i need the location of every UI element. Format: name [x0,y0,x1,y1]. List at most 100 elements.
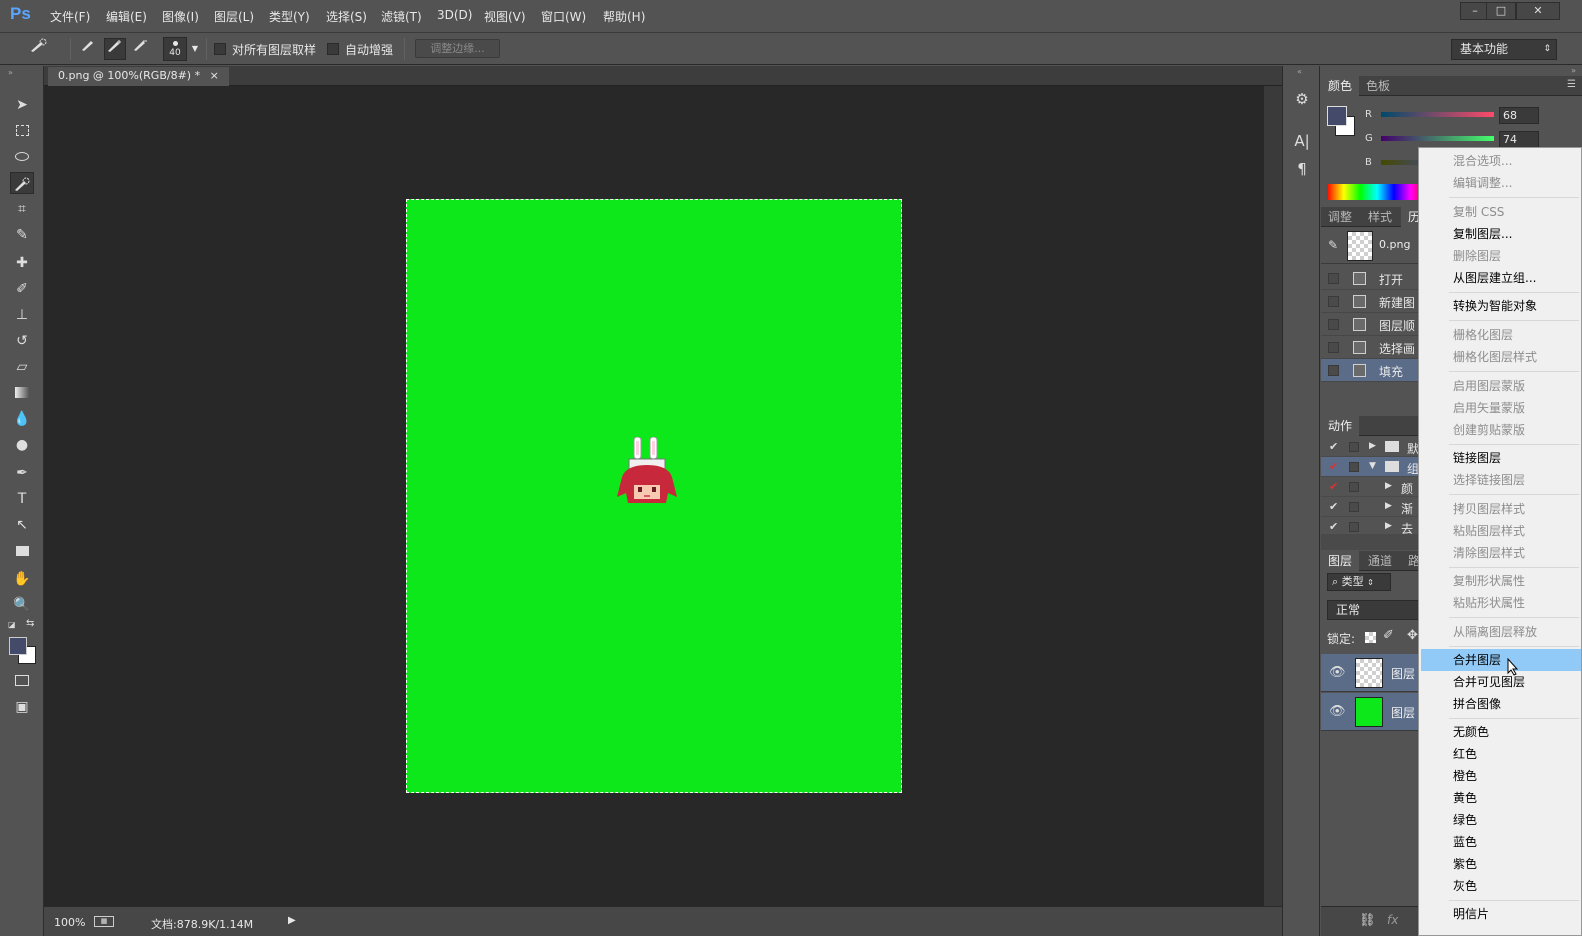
ctx-paste-layer-style[interactable]: 粘贴图层样式 [1421,520,1581,542]
layer-fx-icon[interactable]: fx [1387,913,1398,927]
add-to-selection-button[interactable] [104,38,126,60]
lock-transparency-icon[interactable] [1365,632,1376,643]
ctx-copy-shape-attributes[interactable]: 复制形状属性 [1421,570,1581,592]
ctx-link-layers[interactable]: 链接图层 [1421,447,1581,469]
character-panel-icon[interactable]: A| [1291,130,1313,152]
new-selection-button[interactable] [78,38,100,60]
marquee-tool-icon[interactable] [10,120,34,142]
history-brush-source-icon[interactable]: ✎ [1328,238,1338,252]
lasso-tool-icon[interactable] [10,146,34,168]
action-dialog-toggle[interactable] [1349,482,1359,492]
sample-all-layers-checkbox[interactable] [214,43,226,55]
tab-styles[interactable]: 样式 [1361,207,1399,227]
ctx-color-gray[interactable]: 灰色 [1421,875,1581,897]
ctx-enable-layer-mask[interactable]: 启用图层蒙版 [1421,375,1581,397]
ctx-clear-layer-style[interactable]: 清除图层样式 [1421,542,1581,564]
action-check-icon[interactable]: ✔ [1329,480,1338,493]
ctx-color-none[interactable]: 无颜色 [1421,721,1581,743]
ctx-duplicate-layer[interactable]: 复制图层... [1421,223,1581,245]
type-tool-icon[interactable]: T [10,488,34,510]
history-brush-tool-icon[interactable]: ↺ [10,330,34,352]
history-panel-icon[interactable]: ⚙ [1291,88,1313,110]
workspace-select[interactable]: 基本功能 ⇕ [1451,39,1557,60]
history-item-checkbox[interactable] [1328,296,1339,307]
quick-mask-icon[interactable] [10,670,34,692]
rectangle-tool-icon[interactable] [10,540,34,562]
close-tab-icon[interactable]: × [210,69,219,82]
ctx-release-isolation[interactable]: 从隔离图层释放 [1421,621,1581,643]
blend-mode-select[interactable]: 正常 [1327,600,1427,620]
red-slider[interactable] [1381,112,1494,117]
move-tool-icon[interactable]: ➤ [10,94,34,116]
menu-image[interactable]: 图像(I) [162,8,199,25]
eraser-tool-icon[interactable]: ▱ [10,356,34,378]
action-dialog-toggle[interactable] [1349,462,1359,472]
link-layers-icon[interactable]: ⛓ [1359,913,1376,928]
tab-adjustments[interactable]: 调整 [1321,207,1359,227]
foreground-color-swatch[interactable] [9,637,27,655]
tab-layers[interactable]: 图层 [1321,551,1360,571]
expand-arrow-icon[interactable]: ▶ [1385,501,1392,511]
refine-edge-button[interactable]: 调整边缘... [415,39,500,58]
ctx-color-orange[interactable]: 橙色 [1421,765,1581,787]
close-window-button[interactable]: ✕ [1516,2,1560,20]
color-spectrum-bar[interactable] [1327,184,1427,200]
ctx-flatten-image[interactable]: 拼合图像 [1421,693,1581,715]
panel-menu-icon[interactable]: ☰ [1567,79,1576,90]
ctx-color-green[interactable]: 绿色 [1421,809,1581,831]
ctx-create-clipping-mask[interactable]: 创建剪贴蒙版 [1421,419,1581,441]
ctx-enable-vector-mask[interactable]: 启用矢量蒙版 [1421,397,1581,419]
screen-mode-icon[interactable]: ▣ [10,696,34,718]
status-proof-icon[interactable]: ▦ [94,916,114,927]
ctx-delete-layer[interactable]: 删除图层 [1421,245,1581,267]
ctx-paste-shape-attributes[interactable]: 粘贴形状属性 [1421,592,1581,614]
action-check-icon[interactable]: ✔ [1329,500,1338,513]
ctx-postcard[interactable]: 明信片 [1421,903,1581,925]
ctx-color-yellow[interactable]: 黄色 [1421,787,1581,809]
tool-preset-picker[interactable] [24,38,54,60]
brush-size-picker[interactable]: 40 [163,37,187,61]
canvas[interactable] [406,199,902,793]
ctx-color-blue[interactable]: 蓝色 [1421,831,1581,853]
action-check-icon[interactable]: ✔ [1329,520,1338,533]
brush-size-dropdown-icon[interactable]: ▼ [189,38,201,60]
menu-select[interactable]: 选择(S) [326,8,367,25]
dodge-tool-icon[interactable]: ● [10,434,34,456]
default-colors-icon[interactable]: ◪ [8,620,18,630]
ctx-select-linked-layers[interactable]: 选择链接图层 [1421,469,1581,491]
history-item-checkbox[interactable] [1328,319,1339,330]
blur-tool-icon[interactable]: 💧 [10,408,34,430]
vertical-scrollbar[interactable] [1264,86,1282,906]
menu-filter[interactable]: 滤镜(T) [381,8,422,25]
action-check-icon[interactable]: ✔ [1329,440,1338,453]
menu-help[interactable]: 帮助(H) [603,8,645,25]
expand-arrow-icon[interactable]: ▶ [1385,521,1392,531]
path-selection-tool-icon[interactable]: ↖ [10,514,34,536]
ctx-convert-smart-object[interactable]: 转换为智能对象 [1421,295,1581,317]
auto-enhance-checkbox[interactable] [327,43,339,55]
action-dialog-toggle[interactable] [1349,502,1359,512]
visibility-eye-icon[interactable]: 👁 [1329,704,1346,719]
tab-actions[interactable]: 动作 [1321,416,1360,436]
ctx-color-violet[interactable]: 紫色 [1421,853,1581,875]
ctx-copy-layer-style[interactable]: 拷贝图层样式 [1421,498,1581,520]
history-item-checkbox[interactable] [1328,273,1339,284]
history-item-checkbox[interactable] [1328,365,1339,376]
gradient-tool-icon[interactable] [10,382,34,404]
menu-view[interactable]: 视图(V) [484,8,526,25]
menu-window[interactable]: 窗口(W) [541,8,586,25]
ctx-edit-adjustment[interactable]: 编辑调整... [1421,172,1581,194]
expand-arrow-icon[interactable]: ▶ [1385,481,1392,491]
clone-stamp-tool-icon[interactable]: ⊥ [10,304,34,326]
lock-position-icon[interactable]: ✥ [1407,628,1418,643]
menu-type[interactable]: 类型(Y) [269,8,310,25]
action-dialog-toggle[interactable] [1349,522,1359,532]
layer-filter-select[interactable]: ⌕ 类型 ⇕ [1327,573,1391,591]
ctx-copy-css[interactable]: 复制 CSS [1421,201,1581,223]
dock-collapse-icon[interactable]: « [1297,67,1302,76]
menu-edit[interactable]: 编辑(E) [106,8,147,25]
ctx-blending-options[interactable]: 混合选项... [1421,150,1581,172]
zoom-level[interactable]: 100% [54,916,85,929]
lock-pixels-icon[interactable]: ✐ [1383,628,1394,643]
ctx-merge-layers[interactable]: 合并图层 [1421,649,1581,671]
